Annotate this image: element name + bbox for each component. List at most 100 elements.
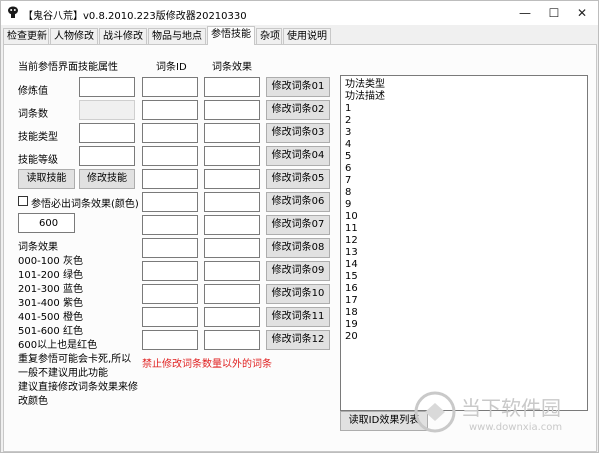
list-item[interactable]: 2 <box>345 115 583 127</box>
entry-id-input-05[interactable] <box>142 169 198 189</box>
entry-id-input-03[interactable] <box>142 123 198 143</box>
list-item[interactable]: 18 <box>345 307 583 319</box>
tab-battle[interactable]: 战斗修改 <box>99 28 147 45</box>
entry-effect-input-07[interactable] <box>204 215 260 235</box>
entry-count-input[interactable] <box>79 100 135 120</box>
entry-id-input-08[interactable] <box>142 238 198 258</box>
watermark-logo-icon <box>414 391 456 433</box>
modify-entry-09-button[interactable]: 修改词条09 <box>266 261 330 281</box>
entry-effect-input-12[interactable] <box>204 330 260 350</box>
field-label-skill-level: 技能等级 <box>18 155 58 166</box>
title-bar[interactable]: 【鬼谷八荒】v0.8.2010.223版修改器20210330 — ☐ ✕ <box>1 1 598 25</box>
list-item[interactable]: 16 <box>345 283 583 295</box>
tab-misc[interactable]: 杂项 <box>256 28 282 45</box>
guarantee-entry-label: 参悟必出词条效果(颜色) <box>31 199 139 210</box>
legend-line: 600以上也是红色 <box>18 340 98 351</box>
list-item[interactable]: 14 <box>345 259 583 271</box>
skill-type-input[interactable] <box>79 123 135 143</box>
id-effect-listbox[interactable]: 功法类型 功法描述 1 2 3 4 5 6 7 8 9 10 11 12 13 … <box>340 75 588 411</box>
tab-instructions[interactable]: 使用说明 <box>283 28 331 45</box>
legend-line: 401-500 橙色 <box>18 312 83 323</box>
list-item[interactable]: 11 <box>345 223 583 235</box>
legend-line: 重复参悟可能会卡死,所以 <box>18 354 132 365</box>
tab-skills[interactable]: 参悟技能 <box>207 26 255 45</box>
watermark-url: www.downxia.com <box>469 422 563 433</box>
entry-effect-input-01[interactable] <box>204 77 260 97</box>
watermark-text: 当下软件园 <box>461 396 561 420</box>
list-item[interactable]: 15 <box>345 271 583 283</box>
list-item[interactable]: 9 <box>345 199 583 211</box>
maximize-button[interactable]: ☐ <box>539 3 569 23</box>
entry-effect-input-08[interactable] <box>204 238 260 258</box>
skill-level-input[interactable] <box>79 146 135 166</box>
list-item[interactable]: 1 <box>345 103 583 115</box>
tab-items-places[interactable]: 物品与地点 <box>148 28 206 45</box>
list-item[interactable]: 功法类型 <box>345 79 583 91</box>
modify-entry-08-button[interactable]: 修改词条08 <box>266 238 330 258</box>
guarantee-entry-checkbox[interactable] <box>18 196 28 206</box>
list-item[interactable]: 8 <box>345 187 583 199</box>
app-window: 【鬼谷八荒】v0.8.2010.223版修改器20210330 — ☐ ✕ 检查… <box>0 0 599 453</box>
tab-check-update[interactable]: 检查更新 <box>3 28 49 45</box>
entry-effect-input-11[interactable] <box>204 307 260 327</box>
watermark: 当下软件园 www.downxia.com <box>413 384 597 444</box>
modify-entry-05-button[interactable]: 修改词条05 <box>266 169 330 189</box>
entry-effect-input-02[interactable] <box>204 100 260 120</box>
list-item[interactable]: 19 <box>345 319 583 331</box>
entry-id-input-10[interactable] <box>142 284 198 304</box>
list-item[interactable]: 20 <box>345 331 583 343</box>
entry-id-header: 词条ID <box>156 62 187 73</box>
tab-bar: 检查更新 人物修改 战斗修改 物品与地点 参悟技能 杂项 使用说明 <box>3 26 597 45</box>
modify-entry-12-button[interactable]: 修改词条12 <box>266 330 330 350</box>
list-item[interactable]: 3 <box>345 127 583 139</box>
list-item[interactable]: 13 <box>345 247 583 259</box>
list-item[interactable]: 4 <box>345 139 583 151</box>
close-button[interactable]: ✕ <box>567 3 597 23</box>
modify-entry-04-button[interactable]: 修改词条04 <box>266 146 330 166</box>
entry-id-input-06[interactable] <box>142 192 198 212</box>
field-label-entry-count: 词条数 <box>18 109 48 120</box>
modify-entry-10-button[interactable]: 修改词条10 <box>266 284 330 304</box>
entry-id-input-11[interactable] <box>142 307 198 327</box>
entry-effect-input-03[interactable] <box>204 123 260 143</box>
entry-id-input-01[interactable] <box>142 77 198 97</box>
modify-entry-01-button[interactable]: 修改词条01 <box>266 77 330 97</box>
entry-effect-input-09[interactable] <box>204 261 260 281</box>
list-item[interactable]: 10 <box>345 211 583 223</box>
list-item[interactable]: 5 <box>345 151 583 163</box>
window-title: 【鬼谷八荒】v0.8.2010.223版修改器20210330 <box>23 11 247 22</box>
modify-entry-11-button[interactable]: 修改词条11 <box>266 307 330 327</box>
tab-character[interactable]: 人物修改 <box>50 28 98 45</box>
entry-effect-input-10[interactable] <box>204 284 260 304</box>
list-item[interactable]: 功法描述 <box>345 91 583 103</box>
modify-skill-button[interactable]: 修改技能 <box>79 169 135 189</box>
effect-value-input[interactable] <box>18 213 75 233</box>
legend-line: 201-300 蓝色 <box>18 284 83 295</box>
entry-id-input-09[interactable] <box>142 261 198 281</box>
modify-entry-06-button[interactable]: 修改词条06 <box>266 192 330 212</box>
legend-title: 词条效果 <box>18 242 58 253</box>
list-item[interactable]: 6 <box>345 163 583 175</box>
entry-id-input-12[interactable] <box>142 330 198 350</box>
list-item[interactable]: 17 <box>345 295 583 307</box>
cultivation-input[interactable] <box>79 77 135 97</box>
entry-id-input-07[interactable] <box>142 215 198 235</box>
legend-line: 301-400 紫色 <box>18 298 83 309</box>
minimize-button[interactable]: — <box>510 3 540 23</box>
legend-line: 000-100 灰色 <box>18 256 83 267</box>
entry-effect-input-06[interactable] <box>204 192 260 212</box>
entry-effect-input-04[interactable] <box>204 146 260 166</box>
modify-entry-02-button[interactable]: 修改词条02 <box>266 100 330 120</box>
modify-entry-03-button[interactable]: 修改词条03 <box>266 123 330 143</box>
list-item[interactable]: 12 <box>345 235 583 247</box>
modify-entry-07-button[interactable]: 修改词条07 <box>266 215 330 235</box>
list-item[interactable]: 7 <box>345 175 583 187</box>
app-icon <box>7 6 19 19</box>
field-label-skill-type: 技能类型 <box>18 132 58 143</box>
read-skill-button[interactable]: 读取技能 <box>18 169 75 189</box>
entry-id-input-02[interactable] <box>142 100 198 120</box>
entry-effect-input-05[interactable] <box>204 169 260 189</box>
field-label-cultivation: 修炼值 <box>18 86 48 97</box>
entry-id-input-04[interactable] <box>142 146 198 166</box>
legend-line: 501-600 红色 <box>18 326 83 337</box>
